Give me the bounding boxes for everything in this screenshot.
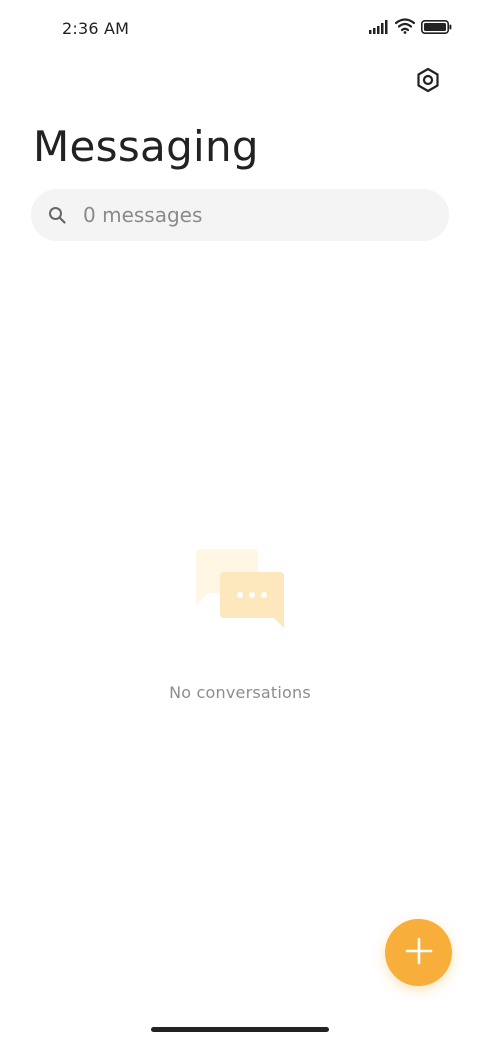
status-bar: 2:36 AM	[0, 0, 480, 56]
status-time: 2:36 AM	[62, 19, 130, 38]
battery-icon	[421, 19, 452, 38]
settings-button[interactable]	[410, 64, 446, 100]
wifi-icon	[394, 18, 416, 38]
search-bar[interactable]	[31, 189, 449, 241]
signal-icon	[369, 19, 389, 38]
status-icons	[369, 18, 452, 38]
plus-icon	[405, 937, 433, 969]
chat-bubbles-icon	[192, 545, 288, 631]
home-indicator[interactable]	[151, 1027, 329, 1032]
new-conversation-button[interactable]	[385, 919, 452, 986]
search-input[interactable]	[81, 202, 415, 228]
page-title: Messaging	[33, 122, 259, 171]
settings-icon	[415, 67, 441, 97]
search-icon	[47, 205, 67, 225]
empty-state-text: No conversations	[169, 683, 311, 702]
empty-state: No conversations	[0, 545, 480, 702]
